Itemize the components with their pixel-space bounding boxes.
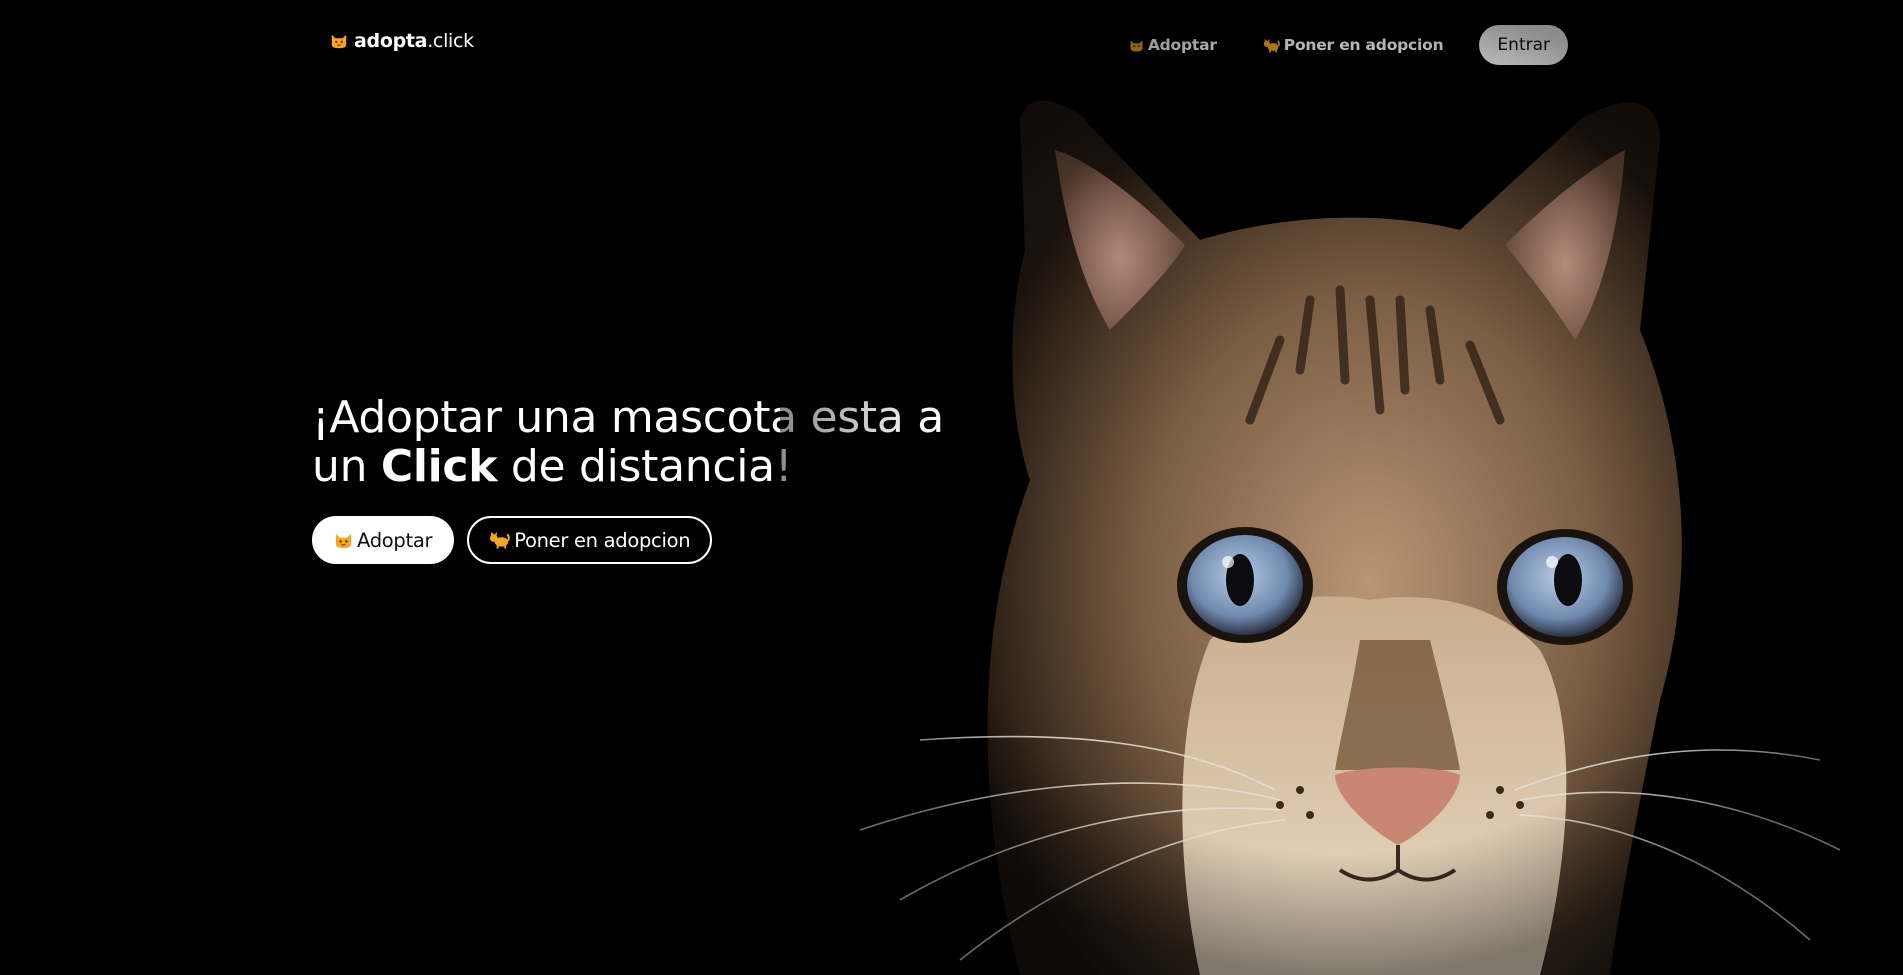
cat-icon	[490, 531, 511, 549]
poner-button-label: Poner en adopcion	[514, 528, 691, 552]
adoptar-button[interactable]: Adoptar	[312, 516, 455, 564]
poner-en-adopcion-button[interactable]: Poner en adopcion	[467, 516, 713, 564]
brand-domain: .click	[427, 30, 474, 52]
brand-name: adopta	[354, 30, 428, 52]
cat-face-icon	[335, 533, 352, 548]
cat-photo	[780, 0, 1903, 975]
hero-title-pre: un	[312, 441, 381, 492]
hero-actions: Adoptar Poner en adopcion	[312, 516, 713, 564]
brand-logo[interactable]: adopta.click	[330, 30, 474, 52]
landing-page: adopta.click Adoptar Poner en adopcion E…	[0, 0, 1903, 975]
hero-title-bold: Click	[380, 441, 498, 492]
hero-title-post: de distancia!	[497, 441, 793, 492]
adoptar-button-label: Adoptar	[357, 528, 433, 552]
cat-face-icon	[331, 34, 347, 49]
